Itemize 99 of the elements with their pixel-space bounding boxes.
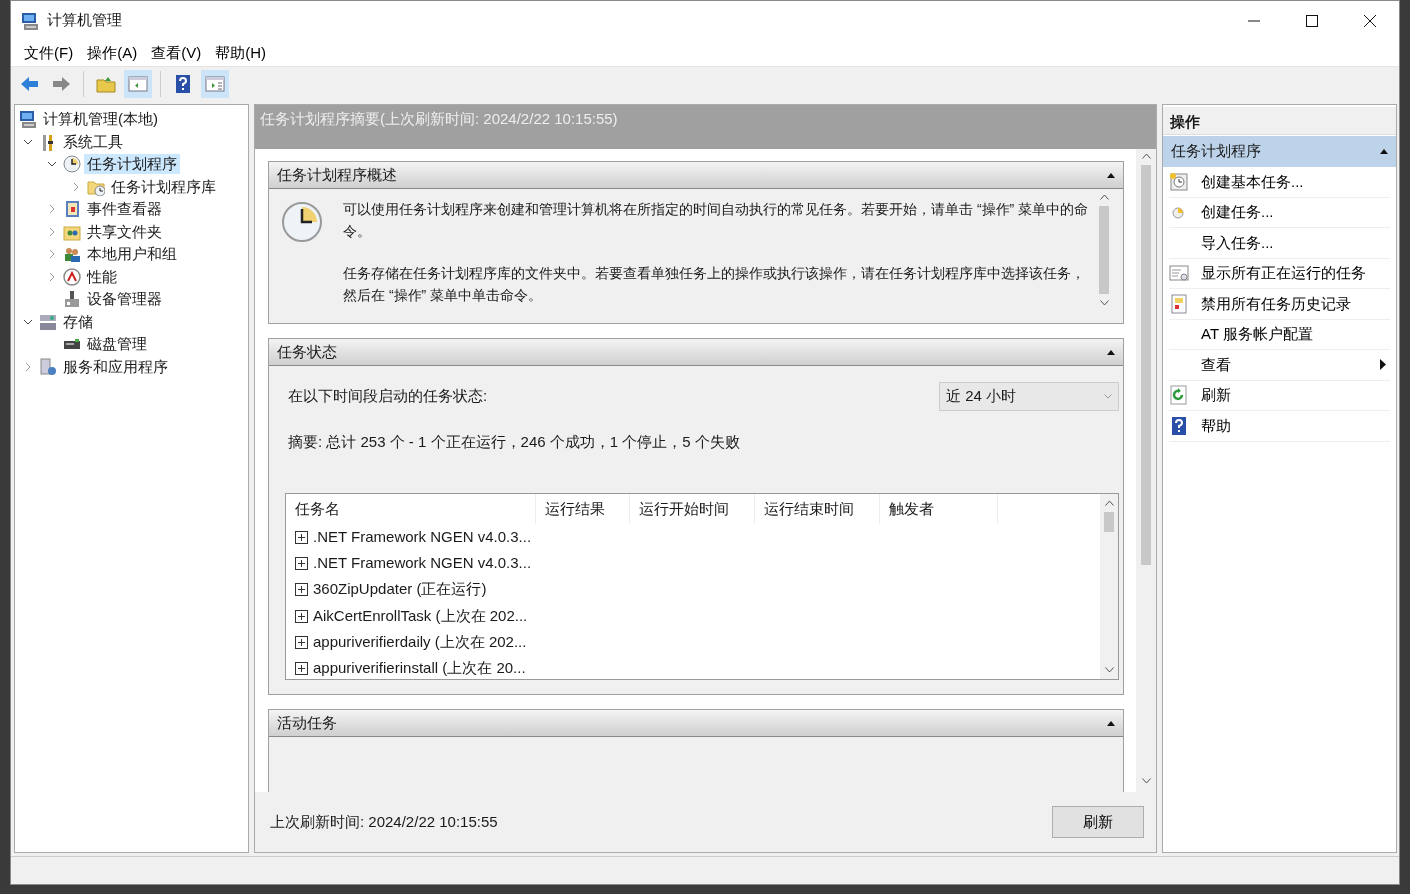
scrollbar-thumb[interactable] <box>1141 165 1151 565</box>
action-item[interactable]: AT 服务帐户配置 <box>1201 323 1390 346</box>
panel-header: 任务计划程序摘要(上次刷新时间: 2024/2/22 10:15:55) <box>255 105 1156 149</box>
section-header: 任务状态 <box>277 341 337 362</box>
log-icon <box>1169 293 1189 314</box>
action-item[interactable]: 帮助 <box>1201 414 1390 437</box>
menu-item[interactable]: 操作(A) <box>80 41 145 65</box>
computer-icon <box>19 110 37 129</box>
refresh-button[interactable]: 刷新 <box>1052 806 1144 838</box>
back-arrow-icon <box>19 74 39 94</box>
scroll-down-icon[interactable] <box>1099 300 1109 306</box>
action-item[interactable]: 刷新 <box>1201 384 1390 407</box>
clock-icon <box>63 155 81 174</box>
tree-item[interactable]: 计算机管理(本地) <box>40 109 161 130</box>
forward-arrow-icon <box>51 74 71 94</box>
task-name[interactable]: .NET Framework NGEN v4.0.3... <box>313 552 532 575</box>
tree-item[interactable]: 设备管理器 <box>84 289 165 310</box>
device-icon <box>63 290 81 309</box>
scrollbar-thumb[interactable] <box>1099 206 1109 294</box>
users-icon <box>63 245 81 264</box>
chevron-right-icon[interactable] <box>47 204 57 215</box>
action-item[interactable]: 禁用所有任务历史记录 <box>1201 292 1390 315</box>
last-refresh-text: 上次刷新时间: 2024/2/22 10:15:55 <box>270 811 498 832</box>
scroll-down-icon[interactable] <box>1104 667 1114 673</box>
tree-item[interactable]: 服务和应用程序 <box>60 356 171 377</box>
tree-item[interactable]: 磁盘管理 <box>84 334 150 355</box>
period-label: 在以下时间段启动的任务状态: <box>288 386 488 407</box>
column-header[interactable]: 运行开始时间 <box>630 494 755 524</box>
description-text: 可以使用任务计划程序来创建和管理计算机将在所指定的时间自动执行的常见任务。若要开始，请单击 “操作” 菜单中的命令。 <box>343 200 1090 241</box>
expand-icon[interactable] <box>295 583 308 597</box>
description-text: 任务存储在任务计划程序库的文件夹中。若要查看单独任务上的操作或执行该操作，请在任务计划程序库中选择该任务，然后在 “操作” 菜单中单击命令。 <box>343 264 1086 305</box>
expand-icon[interactable] <box>295 635 308 649</box>
task-name[interactable]: AikCertEnrollTask (上次在 202... <box>313 604 528 628</box>
help-icon <box>173 74 193 94</box>
actions-header: 操作 <box>1163 107 1396 135</box>
maximize-icon[interactable] <box>1306 14 1318 27</box>
chevron-right-icon[interactable] <box>47 271 57 282</box>
section-header: 活动任务 <box>277 712 337 733</box>
gauge-icon <box>63 267 81 286</box>
scroll-up-icon[interactable] <box>1141 153 1151 159</box>
computer-icon <box>21 11 39 30</box>
task-list-icon <box>1169 263 1189 284</box>
tree-item[interactable]: 任务计划程序 <box>84 154 180 175</box>
chevron-right-icon[interactable] <box>71 181 81 192</box>
tree-item[interactable]: 系统工具 <box>60 131 126 152</box>
action-item[interactable]: 查看 <box>1201 353 1380 376</box>
refresh-icon <box>1169 385 1189 406</box>
column-header[interactable]: 触发者 <box>880 494 998 524</box>
task-name[interactable]: appuriverifierinstall (上次在 20... <box>313 657 526 680</box>
action-pane-icon <box>205 74 225 94</box>
action-item[interactable]: 创建基本任务... <box>1201 170 1390 193</box>
chevron-right-icon[interactable] <box>47 226 57 237</box>
scroll-up-icon[interactable] <box>1099 194 1109 200</box>
summary-text: 摘要: 总计 253 个 - 1 个正在运行，246 个成功，1 个停止，5 个失败 <box>287 432 741 452</box>
collapse-icon[interactable] <box>1107 349 1115 355</box>
column-header[interactable]: 运行结束时间 <box>755 494 880 524</box>
submenu-arrow-icon <box>1380 359 1386 371</box>
period-dropdown[interactable]: 近 24 小时 <box>939 382 1119 411</box>
help-icon <box>1169 415 1189 436</box>
tree-item[interactable]: 本地用户和组 <box>84 244 180 265</box>
collapse-icon[interactable] <box>1107 172 1115 178</box>
tree-item[interactable]: 共享文件夹 <box>84 221 165 242</box>
tree-pane-icon <box>128 74 148 94</box>
task-name[interactable]: appuriverifierdaily (上次在 202... <box>313 631 527 654</box>
task-name[interactable]: .NET Framework NGEN v4.0.3... <box>313 525 532 549</box>
event-log-icon <box>63 200 81 219</box>
dropdown-caret-icon <box>1104 394 1112 399</box>
tree-item[interactable]: 存储 <box>60 311 96 332</box>
window-title: 计算机管理 <box>47 10 122 31</box>
storage-icon <box>39 312 57 331</box>
close-icon[interactable] <box>1364 14 1376 27</box>
expand-icon[interactable] <box>295 609 308 623</box>
menu-item[interactable]: 文件(F) <box>17 41 81 65</box>
scrollbar-thumb[interactable] <box>1104 512 1114 532</box>
expand-icon[interactable] <box>295 556 308 570</box>
scroll-up-icon[interactable] <box>1104 500 1114 506</box>
chevron-right-icon[interactable] <box>47 249 57 260</box>
clock-icon <box>281 201 323 243</box>
column-header[interactable]: 运行结果 <box>536 494 630 524</box>
action-item[interactable]: 创建任务... <box>1201 201 1390 224</box>
section-header: 任务计划程序概述 <box>277 164 397 185</box>
action-item[interactable]: 导入任务... <box>1201 231 1390 254</box>
tree-item[interactable]: 任务计划程序库 <box>108 176 219 197</box>
action-item[interactable]: 显示所有正在运行的任务 <box>1201 262 1390 285</box>
menu-item[interactable]: 帮助(H) <box>208 41 273 65</box>
create-task-icon <box>1169 171 1189 192</box>
collapse-icon[interactable] <box>1380 149 1388 154</box>
task-name[interactable]: 360ZipUpdater (正在运行) <box>313 578 487 601</box>
column-header[interactable]: 任务名 <box>286 494 536 524</box>
chevron-right-icon[interactable] <box>23 361 33 372</box>
expand-icon[interactable] <box>295 530 308 544</box>
actions-group-header[interactable]: 任务计划程序 <box>1163 136 1396 167</box>
tree-item[interactable]: 性能 <box>84 266 120 287</box>
menu-item[interactable]: 查看(V) <box>144 41 209 65</box>
expand-icon[interactable] <box>295 662 308 676</box>
tree-item[interactable]: 事件查看器 <box>84 199 165 220</box>
collapse-icon[interactable] <box>1107 720 1115 726</box>
services-icon <box>39 357 57 376</box>
scroll-down-icon[interactable] <box>1141 778 1151 784</box>
